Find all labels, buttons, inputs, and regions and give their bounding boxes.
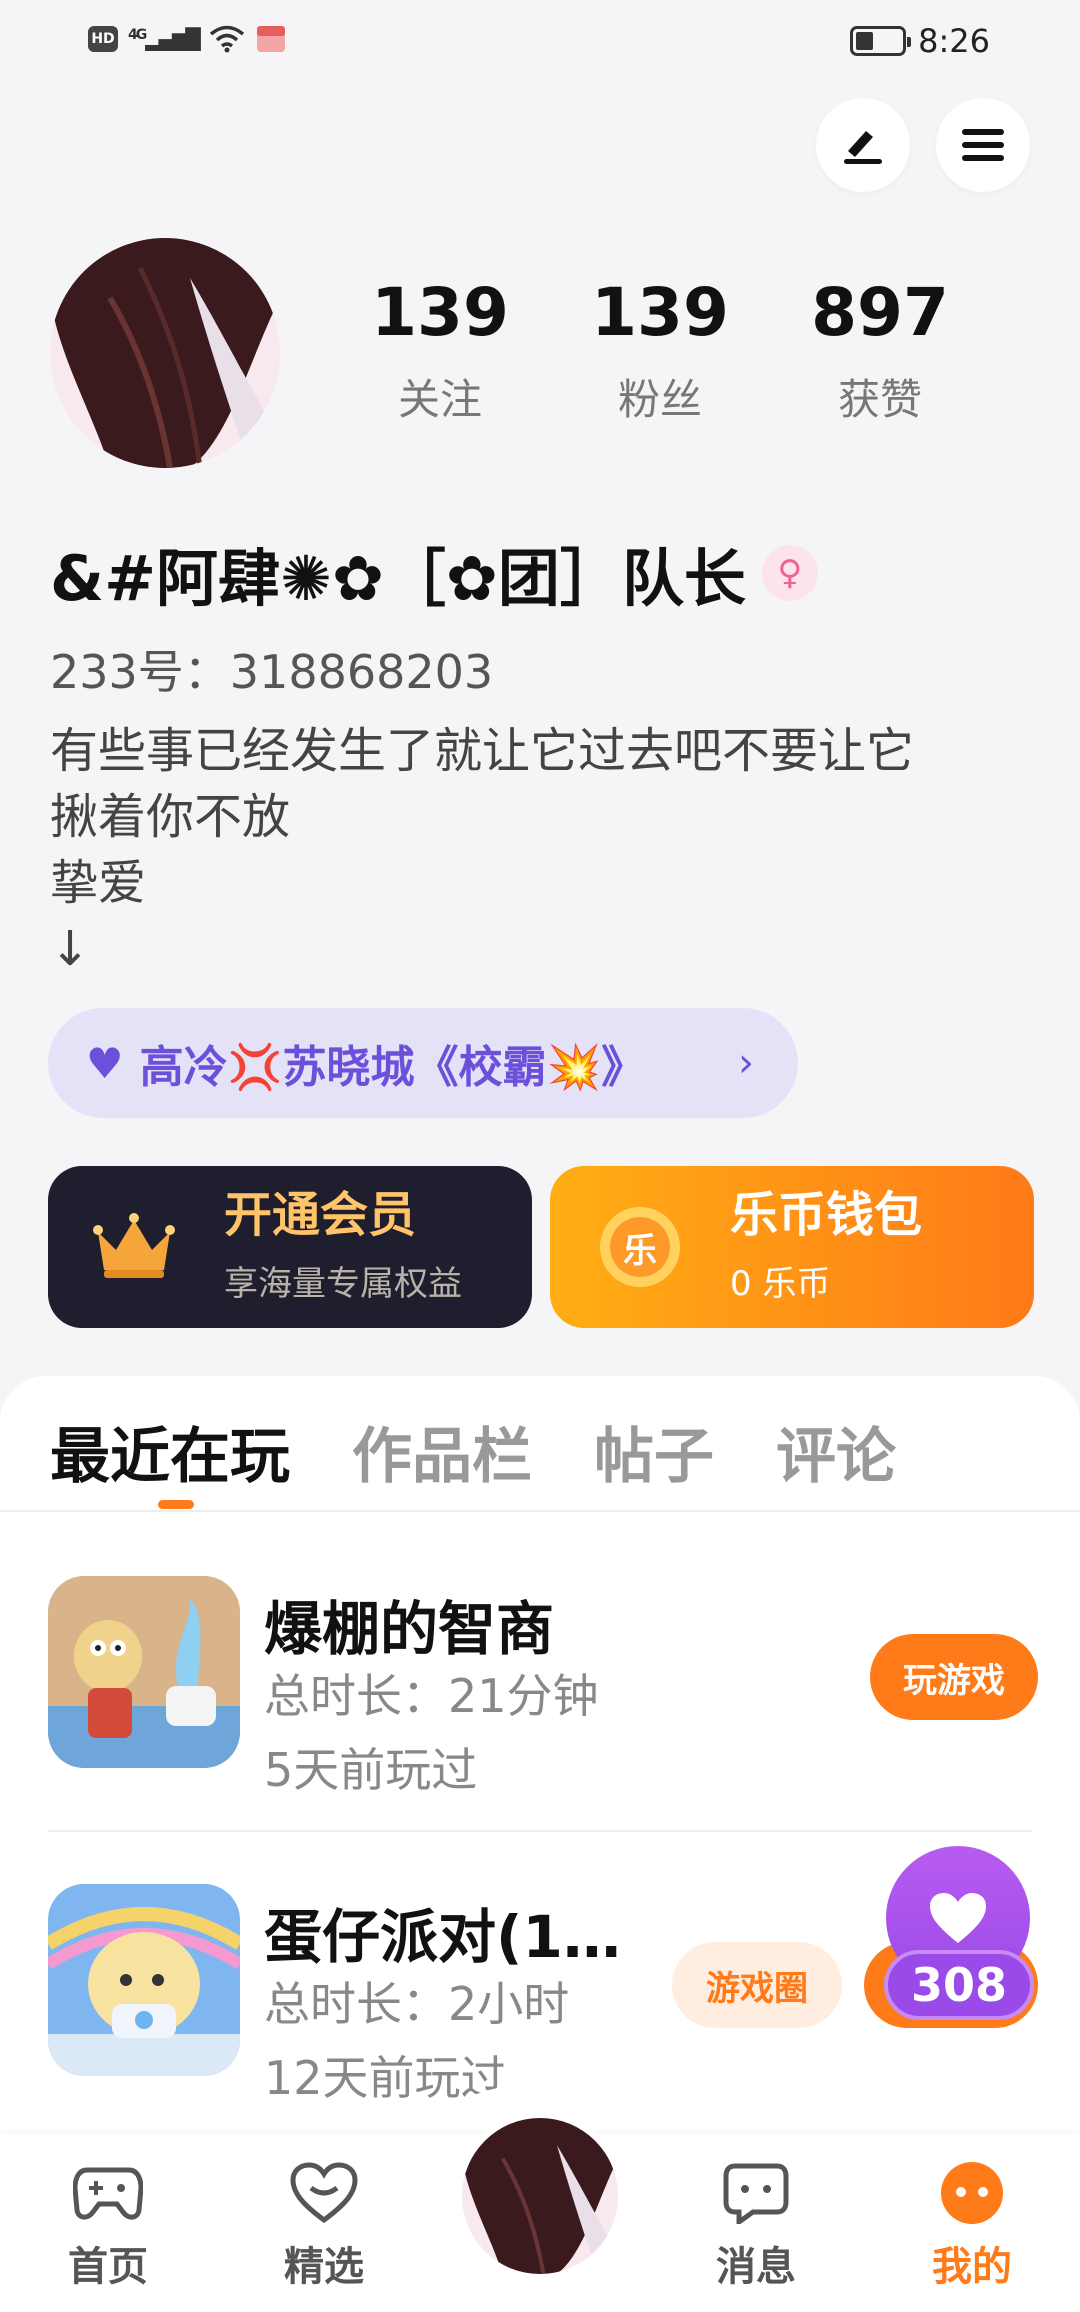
stat-likes[interactable]: 897 获赞	[800, 280, 960, 427]
stat-followers[interactable]: 139 粉丝	[580, 280, 740, 427]
vip-card-title: 开通会员	[224, 1187, 417, 1244]
tab-recently-played[interactable]: 最近在玩	[50, 1408, 290, 1495]
username: &#阿肆✺✿［✿团］队长	[50, 542, 746, 615]
stat-label: 粉丝	[617, 375, 702, 424]
heart-chat-icon	[289, 2160, 359, 2226]
like-float-widget[interactable]: 308	[884, 1846, 1068, 2032]
nav-label: 我的	[932, 2244, 1012, 2290]
stat-value: 897	[811, 274, 949, 351]
crown-icon	[86, 1199, 182, 1295]
status-time: 8:26	[918, 22, 990, 60]
game-name: 蛋仔派对(1…	[264, 1903, 621, 1971]
female-gender-icon: ♀	[761, 545, 818, 601]
tab-works[interactable]: 作品栏	[352, 1408, 532, 1495]
nav-center-avatar[interactable]	[456, 2112, 624, 2280]
game-row[interactable]: 爆棚的智商 总时长：21分钟 5天前玩过 玩游戏	[48, 1576, 1038, 1797]
nav-label: 首页	[68, 2244, 148, 2290]
nav-mine[interactable]: 我的	[902, 2160, 1042, 2292]
coin-icon: 乐	[592, 1199, 688, 1295]
coin-card-subtitle: 0 乐币	[730, 1263, 831, 1304]
chevron-right-icon: ›	[738, 1040, 754, 1086]
game-icon	[48, 1576, 240, 1768]
menu-button[interactable]	[936, 98, 1030, 192]
status-bar: HD 4G▂▄▆█ 8:26	[0, 0, 1080, 80]
relationship-tag-text: 高冷💢苏晓城《校霸💥》	[139, 1042, 646, 1093]
divider	[48, 1830, 1032, 1832]
edit-icon	[844, 131, 882, 164]
game-icon	[48, 1884, 240, 2076]
battery-level	[856, 32, 873, 50]
game-name: 爆棚的智商	[264, 1595, 555, 1663]
bio-line: 有些事已经发生了就让它过去吧不要让它	[50, 723, 915, 779]
profile-stats: 139 关注 139 粉丝 897 获赞	[360, 280, 960, 427]
stat-value: 139	[371, 274, 509, 351]
stat-label: 获赞	[837, 375, 922, 424]
edit-profile-button[interactable]	[816, 98, 910, 192]
menu-icon	[962, 129, 1004, 161]
avatar[interactable]	[50, 238, 280, 468]
bio-line: 揪着你不放	[50, 789, 291, 845]
heart-icon: ♥	[86, 1038, 124, 1088]
coin-card-title: 乐币钱包	[730, 1187, 923, 1244]
mine-icon	[937, 2160, 1007, 2226]
battery-icon	[850, 26, 912, 56]
hd-badge: HD	[88, 26, 118, 52]
user-id[interactable]: 233号：318868203	[50, 636, 493, 702]
stat-value: 139	[591, 274, 729, 351]
nav-label: 精选	[284, 2244, 364, 2290]
notification-app-icon	[255, 24, 287, 54]
nav-featured[interactable]: 精选	[254, 2160, 394, 2292]
bio-line: ↓	[50, 921, 91, 977]
stat-label: 关注	[397, 375, 482, 424]
bio-line: 挚爱	[50, 855, 147, 911]
game-duration: 总时长：21分钟	[264, 1669, 599, 1723]
vip-card[interactable]: 开通会员 享海量专属权益	[48, 1166, 532, 1328]
message-icon	[721, 2160, 791, 2226]
username-row: &#阿肆✺✿［✿团］队长 ♀	[50, 528, 818, 618]
wifi-icon	[209, 25, 245, 53]
like-count: 308	[884, 1950, 1034, 2020]
tab-posts[interactable]: 帖子	[594, 1408, 714, 1495]
nav-home[interactable]: 首页	[38, 2160, 178, 2292]
tab-comments[interactable]: 评论	[776, 1408, 896, 1495]
play-game-button[interactable]: 玩游戏	[870, 1634, 1038, 1720]
game-last-played: 5天前玩过	[264, 1743, 478, 1797]
game-circle-button[interactable]: 游戏圈	[672, 1942, 842, 2028]
coin-icon-char: 乐	[623, 1230, 657, 1271]
stat-following[interactable]: 139 关注	[360, 280, 520, 427]
nav-label: 消息	[716, 2244, 796, 2290]
relationship-tag[interactable]: ♥ 高冷💢苏晓城《校霸💥》 ›	[48, 1008, 798, 1118]
bio: 有些事已经发生了就让它过去吧不要让它 揪着你不放 挚爱 ↓	[50, 718, 1040, 982]
profile-tabs: 最近在玩 作品栏 帖子 评论	[50, 1408, 896, 1495]
signal-icon: 4G▂▄▆█	[128, 27, 201, 51]
divider	[0, 1510, 1080, 1512]
nav-messages[interactable]: 消息	[686, 2160, 826, 2292]
active-tab-indicator	[158, 1500, 194, 1509]
network-type: 4G	[128, 27, 147, 43]
coin-wallet-card[interactable]: 乐 乐币钱包 0 乐币	[550, 1166, 1034, 1328]
gamepad-icon	[73, 2160, 143, 2226]
game-duration: 总时长：2小时	[264, 1977, 570, 2031]
vip-card-subtitle: 享海量专属权益	[224, 1263, 462, 1304]
